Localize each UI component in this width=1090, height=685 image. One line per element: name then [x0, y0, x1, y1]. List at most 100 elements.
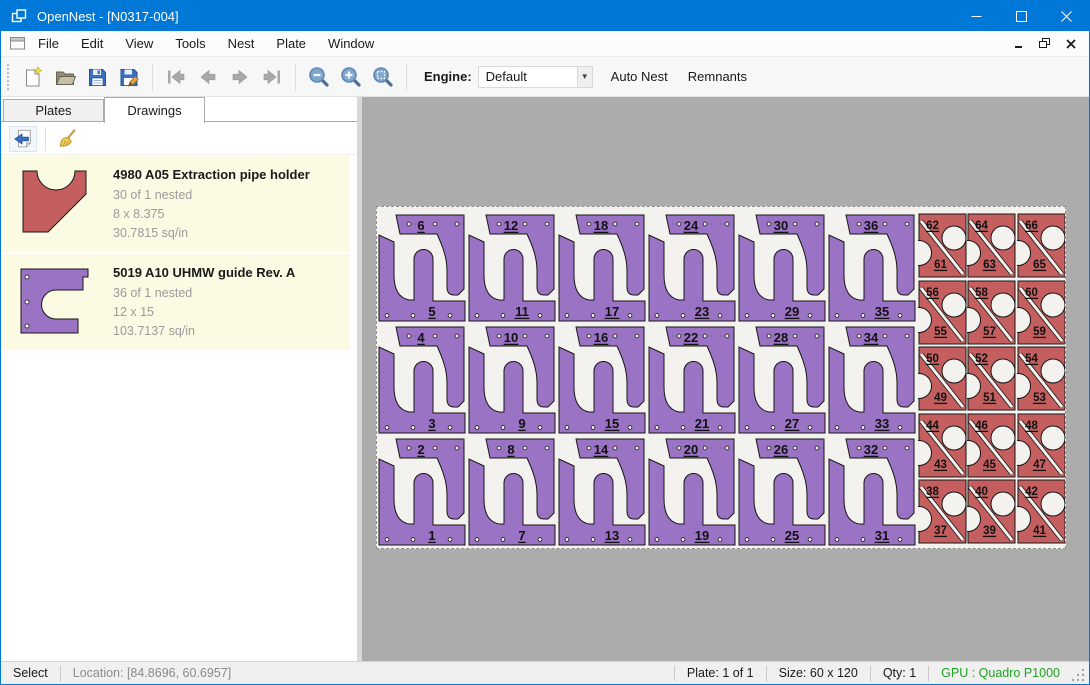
nest-pair-parts-1-2[interactable]: 2 1	[377, 437, 467, 549]
nest-pair-parts-57-58[interactable]: 58 57	[967, 280, 1016, 346]
svg-text:55: 55	[934, 326, 947, 338]
nest-pair-parts-65-66[interactable]: 66 65	[1017, 213, 1066, 279]
remnants-button[interactable]: Remnants	[678, 62, 757, 92]
go-previous-button[interactable]	[192, 61, 224, 93]
nest-pair-parts-9-10[interactable]: 10 9	[467, 325, 557, 437]
nest-pair-parts-53-54[interactable]: 54 53	[1017, 346, 1066, 412]
nest-pair-parts-29-30[interactable]: 30 29	[737, 213, 827, 325]
zoom-in-button[interactable]	[335, 61, 367, 93]
menu-window[interactable]: Window	[317, 31, 385, 57]
svg-text:57: 57	[983, 326, 996, 338]
svg-text:37: 37	[934, 525, 947, 537]
nest-pair-parts-23-24[interactable]: 24 23	[647, 213, 737, 325]
nest-pair-parts-13-14[interactable]: 14 13	[557, 437, 647, 549]
svg-text:58: 58	[975, 287, 988, 299]
sidebar: Plates Drawings	[1, 97, 357, 661]
import-button[interactable]	[9, 126, 37, 152]
close-button[interactable]	[1044, 1, 1089, 31]
nest-pair-parts-21-22[interactable]: 22 21	[647, 325, 737, 437]
svg-text:4: 4	[417, 330, 425, 345]
svg-text:18: 18	[594, 218, 608, 233]
drawing-item-5019[interactable]: 5019 A10 UHMW guide Rev. A 36 of 1 neste…	[1, 254, 350, 350]
nest-pair-parts-19-20[interactable]: 20 19	[647, 437, 737, 549]
drawing-nested: 30 of 1 nested	[113, 186, 310, 205]
menu-tools[interactable]: Tools	[164, 31, 216, 57]
nest-pair-parts-47-48[interactable]: 48 47	[1017, 413, 1066, 479]
auto-nest-button[interactable]: Auto Nest	[601, 62, 678, 92]
nest-pair-parts-61-62[interactable]: 62 61	[918, 213, 967, 279]
nest-pair-parts-35-36[interactable]: 36 35	[827, 213, 917, 325]
svg-text:53: 53	[1033, 392, 1046, 404]
drawing-item-4980[interactable]: 4980 A05 Extraction pipe holder 30 of 1 …	[1, 156, 350, 252]
svg-text:45: 45	[983, 459, 996, 471]
save-as-button[interactable]	[113, 61, 145, 93]
drawing-title: 5019 A10 UHMW guide Rev. A	[113, 265, 295, 280]
mdi-close-button[interactable]	[1063, 36, 1079, 52]
clean-button[interactable]	[54, 126, 82, 152]
svg-text:11: 11	[515, 304, 529, 319]
new-button[interactable]	[17, 61, 49, 93]
nest-canvas[interactable]: 6 5 12 11 18 17	[362, 97, 1090, 661]
nest-pair-parts-37-38[interactable]: 38 37	[918, 479, 967, 545]
svg-text:32: 32	[864, 442, 878, 457]
nest-pair-parts-55-56[interactable]: 56 55	[918, 280, 967, 346]
nest-pair-parts-41-42[interactable]: 42 41	[1017, 479, 1066, 545]
nest-pair-parts-31-32[interactable]: 32 31	[827, 437, 917, 549]
nest-pair-parts-43-44[interactable]: 44 43	[918, 413, 967, 479]
nest-pair-parts-15-16[interactable]: 16 15	[557, 325, 647, 437]
nest-pair-parts-7-8[interactable]: 8 7	[467, 437, 557, 549]
menu-file[interactable]: File	[27, 31, 70, 57]
svg-text:19: 19	[695, 528, 709, 543]
svg-text:21: 21	[695, 416, 709, 431]
nest-pair-parts-49-50[interactable]: 50 49	[918, 346, 967, 412]
minimize-button[interactable]	[954, 1, 999, 31]
svg-text:25: 25	[785, 528, 799, 543]
go-next-icon	[228, 66, 252, 88]
engine-combobox-arrow[interactable]: ▼	[578, 66, 593, 88]
zoom-fit-button[interactable]	[367, 61, 399, 93]
nest-pair-parts-11-12[interactable]: 12 11	[467, 213, 557, 325]
toolbar-grip[interactable]	[7, 64, 11, 90]
mdi-close-icon	[1066, 39, 1076, 49]
open-button[interactable]	[49, 61, 81, 93]
nest-pair-parts-5-6[interactable]: 6 5	[377, 213, 467, 325]
zoom-out-button[interactable]	[303, 61, 335, 93]
nest-pair-parts-51-52[interactable]: 52 51	[967, 346, 1016, 412]
nest-pair-parts-33-34[interactable]: 34 33	[827, 325, 917, 437]
nest-pair-parts-59-60[interactable]: 60 59	[1017, 280, 1066, 346]
mdi-minimize-button[interactable]	[1011, 36, 1027, 52]
tab-drawings[interactable]: Drawings	[104, 97, 205, 123]
menu-edit[interactable]: Edit	[70, 31, 114, 57]
svg-text:47: 47	[1033, 459, 1046, 471]
plate[interactable]: 6 5 12 11 18 17	[376, 206, 1066, 549]
nest-pair-parts-39-40[interactable]: 40 39	[967, 479, 1016, 545]
svg-text:5: 5	[428, 304, 435, 319]
nest-pair-parts-3-4[interactable]: 4 3	[377, 325, 467, 437]
svg-text:56: 56	[926, 287, 939, 299]
menu-plate[interactable]: Plate	[265, 31, 317, 57]
go-next-button[interactable]	[224, 61, 256, 93]
engine-combobox[interactable]: Default	[478, 66, 578, 88]
save-button[interactable]	[81, 61, 113, 93]
resize-grip[interactable]	[1072, 669, 1086, 683]
maximize-button[interactable]	[999, 1, 1044, 31]
go-first-button[interactable]	[160, 61, 192, 93]
menu-view[interactable]: View	[114, 31, 164, 57]
title-bar: OpenNest - [N0317-004]	[1, 1, 1089, 31]
nest-pair-parts-45-46[interactable]: 46 45	[967, 413, 1016, 479]
svg-text:49: 49	[934, 392, 947, 404]
nest-pair-parts-17-18[interactable]: 18 17	[557, 213, 647, 325]
nest-pair-parts-25-26[interactable]: 26 25	[737, 437, 827, 549]
tab-plates[interactable]: Plates	[3, 99, 104, 122]
menu-nest[interactable]: Nest	[217, 31, 266, 57]
mdi-restore-button[interactable]	[1037, 36, 1053, 52]
go-last-button[interactable]	[256, 61, 288, 93]
import-icon	[12, 128, 34, 150]
drawing-size: 8 x 8.375	[113, 205, 310, 224]
new-file-icon	[22, 66, 44, 88]
svg-text:61: 61	[934, 259, 947, 271]
nest-pair-parts-27-28[interactable]: 28 27	[737, 325, 827, 437]
sidebar-tabs: Plates Drawings	[1, 97, 357, 122]
nest-pair-parts-63-64[interactable]: 64 63	[967, 213, 1016, 279]
drawings-list: 4980 A05 Extraction pipe holder 30 of 1 …	[1, 156, 350, 352]
